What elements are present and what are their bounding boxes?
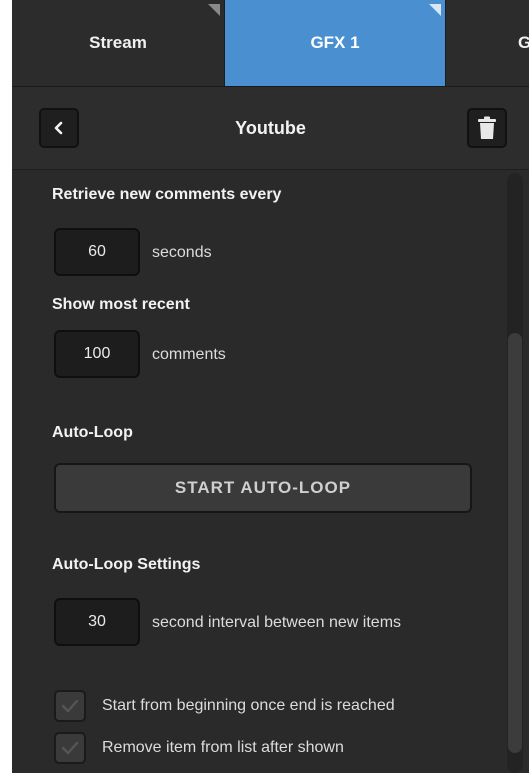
retrieve-interval-label: Retrieve new comments every	[52, 186, 282, 203]
remove-after-shown-checkbox[interactable]	[54, 732, 86, 764]
delete-button[interactable]	[467, 108, 507, 148]
most-recent-unit: comments	[152, 346, 226, 363]
start-from-beginning-checkbox[interactable]	[54, 690, 86, 722]
gfx-panel: Stream GFX 1 GF Youtube Retrieve	[12, 0, 529, 773]
back-button[interactable]	[39, 108, 79, 148]
remove-after-shown-label: Remove item from list after shown	[102, 739, 344, 756]
corner-marker-icon	[429, 4, 441, 16]
most-recent-label: Show most recent	[52, 296, 190, 313]
page-title: Youtube	[235, 118, 306, 138]
auto-loop-label: Auto-Loop	[52, 424, 133, 441]
tab-gfx-2[interactable]: GF	[445, 0, 529, 86]
tab-stream[interactable]: Stream	[12, 0, 225, 86]
start-from-beginning-label: Start from beginning once end is reached	[102, 697, 395, 714]
start-from-beginning-option[interactable]: Start from beginning once end is reached	[54, 690, 395, 722]
auto-loop-settings-label: Auto-Loop Settings	[52, 556, 201, 573]
scrollbar-thumb[interactable]	[508, 333, 522, 753]
panel-header: Youtube	[12, 87, 529, 170]
scrollbar[interactable]	[507, 173, 523, 773]
tab-gfx-2-label: GF	[518, 33, 529, 52]
chevron-left-icon	[54, 121, 63, 135]
retrieve-interval-input[interactable]: 60	[54, 228, 140, 276]
retrieve-interval-unit: seconds	[152, 244, 212, 261]
tab-gfx-1[interactable]: GFX 1	[225, 0, 445, 86]
tab-bar: Stream GFX 1 GF	[12, 0, 529, 87]
checkmark-icon	[61, 699, 79, 713]
checkmark-icon	[61, 741, 79, 755]
loop-interval-input[interactable]: 30	[54, 598, 140, 646]
remove-after-shown-option[interactable]: Remove item from list after shown	[54, 732, 344, 764]
corner-marker-icon	[208, 4, 220, 16]
tab-stream-label: Stream	[89, 33, 147, 52]
most-recent-input[interactable]: 100	[54, 330, 140, 378]
start-auto-loop-button[interactable]: START AUTO-LOOP	[54, 463, 472, 513]
loop-interval-unit: second interval between new items	[152, 614, 402, 631]
tab-gfx-1-label: GFX 1	[310, 33, 360, 52]
trash-icon	[478, 116, 496, 139]
